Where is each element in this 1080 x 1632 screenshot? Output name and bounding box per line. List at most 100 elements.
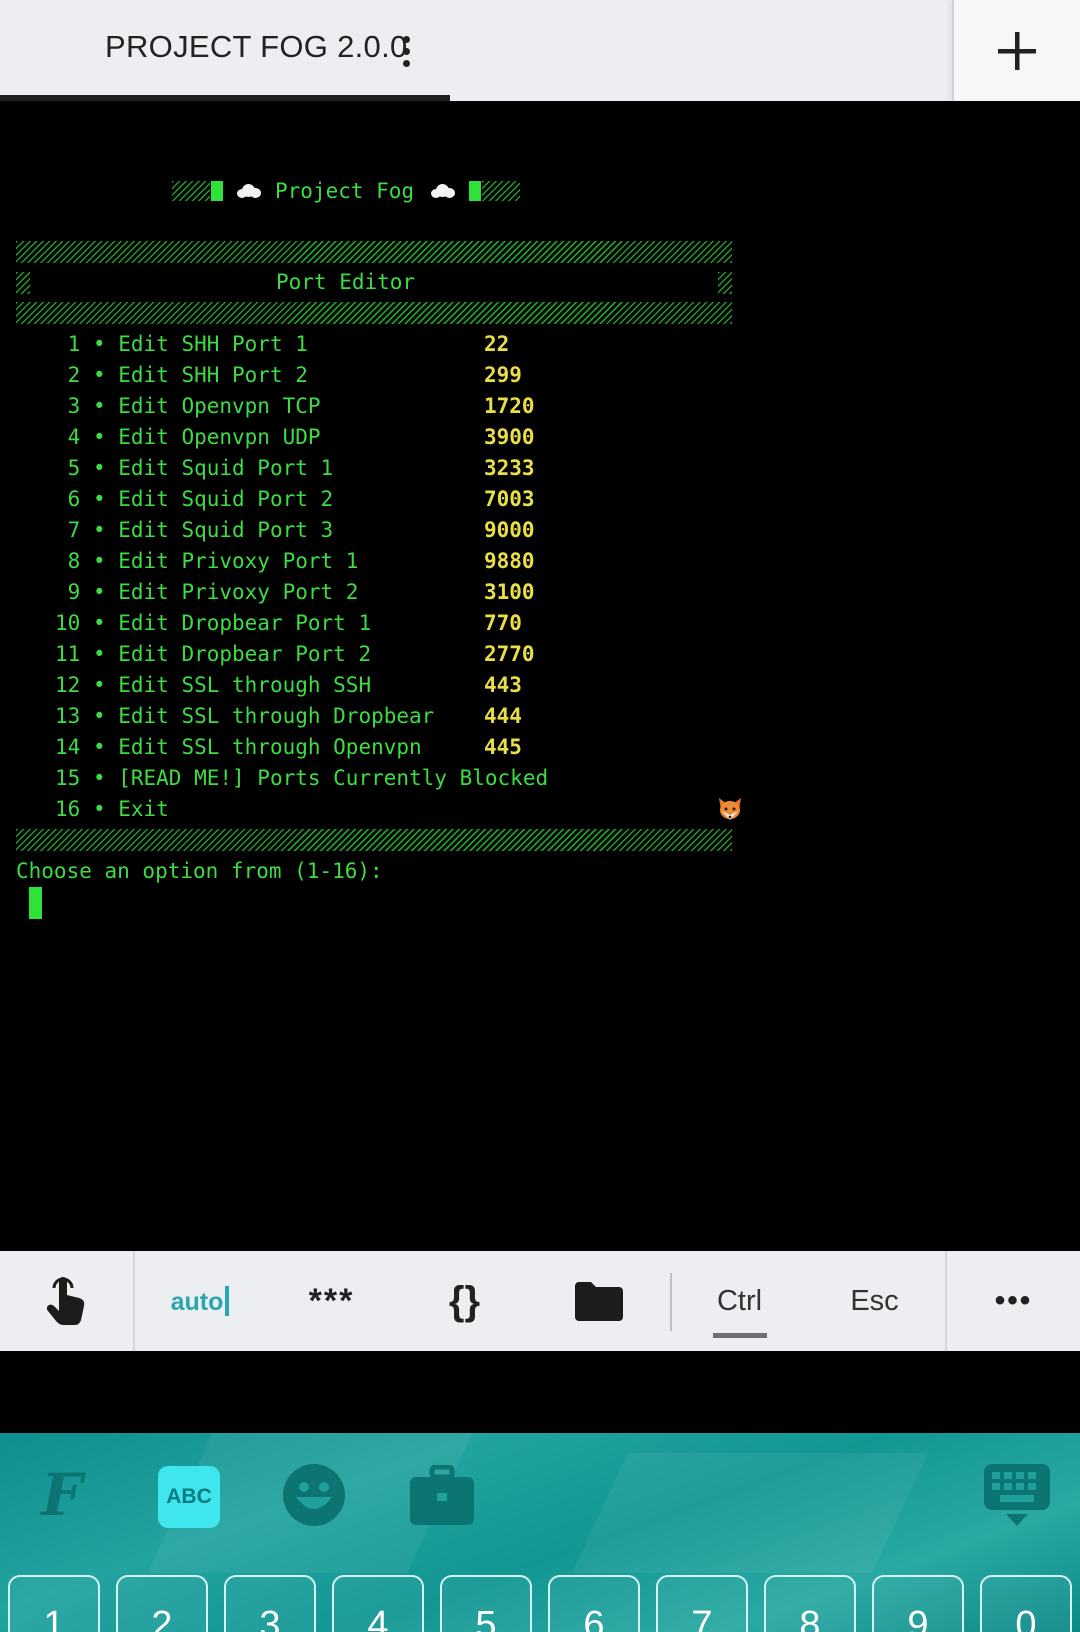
port-value: 299 [484,363,522,387]
files-button[interactable] [531,1251,666,1351]
key-1[interactable]: 1 [8,1575,100,1632]
banner-hatch-left [172,181,210,201]
menu-item-number: 6 [55,487,81,511]
menu-item-label: Edit Openvpn TCP [118,394,321,418]
ctrl-label: Ctrl [716,1284,763,1317]
menu-item: 4 • Edit Openvpn UDP [16,422,321,452]
menu-item-label: Edit SSL through Dropbear [118,704,435,728]
touch-mode-button[interactable] [0,1251,133,1351]
key-3[interactable]: 3 [224,1575,316,1632]
abc-keyboard-button[interactable]: ABC [158,1466,220,1528]
cloud-icon [431,184,455,198]
port-value: 445 [484,735,522,759]
banner-block-left [211,181,223,201]
menu-item: 2 • Edit SHH Port 2 [16,360,308,390]
menu-item: 11 • Edit Dropbear Port 2 [16,639,371,669]
key-4[interactable]: 4 [332,1575,424,1632]
port-value: 443 [484,673,522,697]
key-5[interactable]: 5 [440,1575,532,1632]
menu-item-number: 7 [55,518,81,542]
menu-item-number: 15 [55,766,81,790]
banner-block-right [469,181,481,201]
menu-item-label: Edit SSL through SSH [118,673,372,697]
menu-item-number: 2 [55,363,81,387]
terminal-cursor [29,887,42,919]
port-value: 444 [484,704,522,728]
cloud-icon [237,184,261,198]
port-value: 3900 [484,425,535,449]
more-dots-icon: ••• [994,1284,1033,1317]
key-9[interactable]: 9 [872,1575,964,1632]
emoji-icon[interactable] [282,1463,346,1527]
background-facet [572,1453,928,1573]
port-value: 7003 [484,487,535,511]
extra-keys-bar: auto *** {} Ctrl Esc ••• [0,1251,1080,1351]
more-keys-button[interactable]: ••• [947,1251,1080,1351]
port-value: 1720 [484,394,535,418]
menu-item: 1 • Edit SHH Port 1 [16,329,308,359]
tab-title: PROJECT FOG 2.0.0 [105,29,408,64]
touch-hand-icon [46,1277,84,1325]
menu-item-number: 5 [55,456,81,480]
menu-item-number: 13 [55,704,81,728]
terminal-output[interactable]: Project Fog Port Editor 1 • Edit SHH Por… [0,101,1080,1251]
ctrl-active-indicator [713,1333,767,1338]
menu-item-label: Exit [118,797,169,821]
menu-item: 3 • Edit Openvpn TCP [16,391,321,421]
menu-item-number: 16 [55,797,81,821]
esc-label: Esc [850,1284,899,1317]
section-title: Port Editor [276,270,416,294]
menu-item: 14 • Edit SSL through Openvpn [16,732,422,762]
menu-item-label: Edit SHH Port 2 [118,363,308,387]
menu-item-number: 12 [55,673,81,697]
menu-item-number: 3 [55,394,81,418]
key-8[interactable]: 8 [764,1575,856,1632]
esc-key[interactable]: Esc [807,1251,942,1351]
menu-item-label: Edit Squid Port 3 [118,518,334,542]
folder-icon [574,1282,623,1321]
menu-item-label: Edit Openvpn UDP [118,425,321,449]
menu-item: 12 • Edit SSL through SSH [16,670,371,700]
fleksy-logo-icon[interactable]: F [30,1461,94,1529]
port-value: 9880 [484,549,535,573]
auto-mode-button[interactable]: auto [135,1251,265,1351]
menu-item: 9 • Edit Privoxy Port 2 [16,577,359,607]
key-6[interactable]: 6 [548,1575,640,1632]
menu-item: 16 • Exit [16,794,169,824]
terminal-tab[interactable]: PROJECT FOG 2.0.0 [0,0,952,101]
key-2[interactable]: 2 [116,1575,208,1632]
menu-item: 6 • Edit Squid Port 2 [16,484,334,514]
briefcase-icon[interactable] [410,1463,474,1527]
add-tab-button[interactable] [954,0,1080,101]
hatch-border-top [16,241,732,263]
hatch-border-middle [16,302,732,324]
tab-bar: PROJECT FOG 2.0.0 [0,0,1080,101]
menu-item: 15 • [READ ME!] Ports Currently Blocked [16,763,548,793]
menu-item-label: Edit Dropbear Port 1 [118,611,372,635]
hatch-edge-right [718,272,732,294]
port-value: 3233 [484,456,535,480]
key-7[interactable]: 7 [656,1575,748,1632]
hatch-edge-left [16,272,30,294]
menu-item-label: Edit Squid Port 2 [118,487,334,511]
tab-menu-icon[interactable] [394,34,418,68]
menu-item: 10 • Edit Dropbear Port 1 [16,608,371,638]
menu-item-label: Edit Privoxy Port 2 [118,580,359,604]
port-value: 2770 [484,642,535,666]
menu-item: 13 • Edit SSL through Dropbear [16,701,434,731]
password-button[interactable]: *** [265,1251,398,1351]
braces-label: {} [448,1278,481,1323]
port-value: 9000 [484,518,535,542]
snippets-button[interactable]: {} [398,1251,531,1351]
menu-item: 7 • Edit Squid Port 3 [16,515,334,545]
keyboard-hide-icon[interactable] [984,1463,1050,1527]
input-prompt: Choose an option from (1-16): [16,859,383,883]
key-0[interactable]: 0 [980,1575,1072,1632]
menu-item-label: Edit Privoxy Port 1 [118,549,359,573]
menu-item-label: Edit Squid Port 1 [118,456,334,480]
menu-item-number: 4 [55,425,81,449]
menu-item-number: 1 [55,332,81,356]
banner-hatch-right [482,181,520,201]
menu-item-number: 9 [55,580,81,604]
plus-icon [998,32,1036,70]
